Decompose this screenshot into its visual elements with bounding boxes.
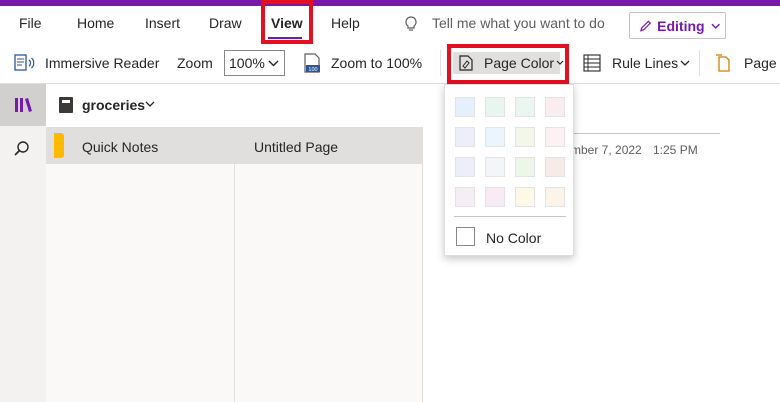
page-item[interactable]: Untitled Page	[235, 127, 422, 164]
rule-lines-icon	[583, 54, 601, 72]
tab-home[interactable]: Home	[77, 15, 114, 31]
color-swatch[interactable]	[515, 127, 535, 147]
notebook-selector[interactable]: groceries	[46, 84, 423, 127]
page-versions-icon	[716, 54, 730, 72]
ribbon-tabs: File Home Insert Draw View Help Tell me …	[0, 0, 780, 44]
section-item[interactable]: Quick Notes	[46, 127, 234, 164]
active-tab-underline	[268, 37, 302, 39]
page-versions-button[interactable]: Page V	[744, 55, 780, 71]
zoom-select[interactable]: 100%	[224, 50, 285, 76]
color-swatch[interactable]	[485, 127, 505, 147]
chevron-down-icon	[145, 101, 155, 107]
immersive-reader-button[interactable]: Immersive Reader	[45, 55, 159, 71]
color-swatch[interactable]	[455, 157, 475, 177]
zoom-label: Zoom	[177, 55, 213, 71]
chevron-down-icon	[711, 23, 720, 29]
tab-insert[interactable]: Insert	[145, 15, 180, 31]
color-swatch[interactable]	[545, 97, 565, 117]
page-color-highlight	[447, 44, 569, 84]
color-swatch[interactable]	[545, 157, 565, 177]
search-icon[interactable]	[13, 140, 31, 158]
tab-draw[interactable]: Draw	[209, 15, 242, 31]
lightbulb-icon	[405, 16, 417, 31]
toolbar-separator	[699, 50, 700, 76]
color-swatch[interactable]	[515, 187, 535, 207]
color-swatch[interactable]	[455, 97, 475, 117]
page-time: 1:25 PM	[653, 143, 698, 157]
color-swatch[interactable]	[515, 157, 535, 177]
color-swatch[interactable]	[485, 187, 505, 207]
color-swatch[interactable]	[515, 97, 535, 117]
navigation-rail	[0, 84, 46, 402]
sections-list: Quick Notes	[46, 127, 235, 402]
page-color-menu: No Color	[444, 84, 574, 256]
immersive-reader-icon	[14, 54, 35, 71]
section-color-tab	[54, 133, 64, 158]
zoom-100-icon: 100	[304, 53, 320, 73]
notebooks-icon	[15, 98, 32, 112]
color-swatch[interactable]	[485, 97, 505, 117]
menu-divider	[454, 216, 566, 217]
ribbon-commands: Immersive Reader Zoom 100% 100 Zoom to 1…	[0, 42, 780, 84]
notebook-icon	[59, 97, 73, 113]
zoom-value: 100%	[229, 55, 265, 71]
editing-mode-button[interactable]: Editing	[629, 12, 726, 39]
toolbar-separator	[440, 50, 441, 76]
color-swatch[interactable]	[485, 157, 505, 177]
color-swatch[interactable]	[545, 187, 565, 207]
notebooks-nav-active[interactable]	[0, 84, 46, 126]
color-swatch[interactable]	[455, 187, 475, 207]
pages-list: Untitled Page	[235, 127, 423, 402]
chevron-down-icon	[268, 60, 279, 67]
rule-lines-button[interactable]: Rule Lines	[612, 55, 678, 71]
color-swatch[interactable]	[545, 127, 565, 147]
tab-help[interactable]: Help	[331, 15, 360, 31]
pencil-icon	[639, 19, 652, 32]
color-swatch[interactable]	[455, 127, 475, 147]
zoom-to-100-button[interactable]: Zoom to 100%	[331, 55, 422, 71]
page-date: mber 7, 2022	[571, 143, 642, 157]
no-color-swatch[interactable]	[456, 227, 475, 246]
page-label: Untitled Page	[254, 139, 339, 155]
no-color-option[interactable]: No Color	[486, 230, 541, 246]
chevron-down-icon	[680, 60, 690, 66]
section-label: Quick Notes	[82, 139, 159, 155]
svg-text:100: 100	[308, 67, 317, 73]
editing-label: Editing	[657, 17, 705, 34]
tell-me-search[interactable]: Tell me what you want to do	[432, 15, 605, 31]
notebook-name: groceries	[82, 97, 146, 113]
tab-file[interactable]: File	[19, 15, 42, 31]
